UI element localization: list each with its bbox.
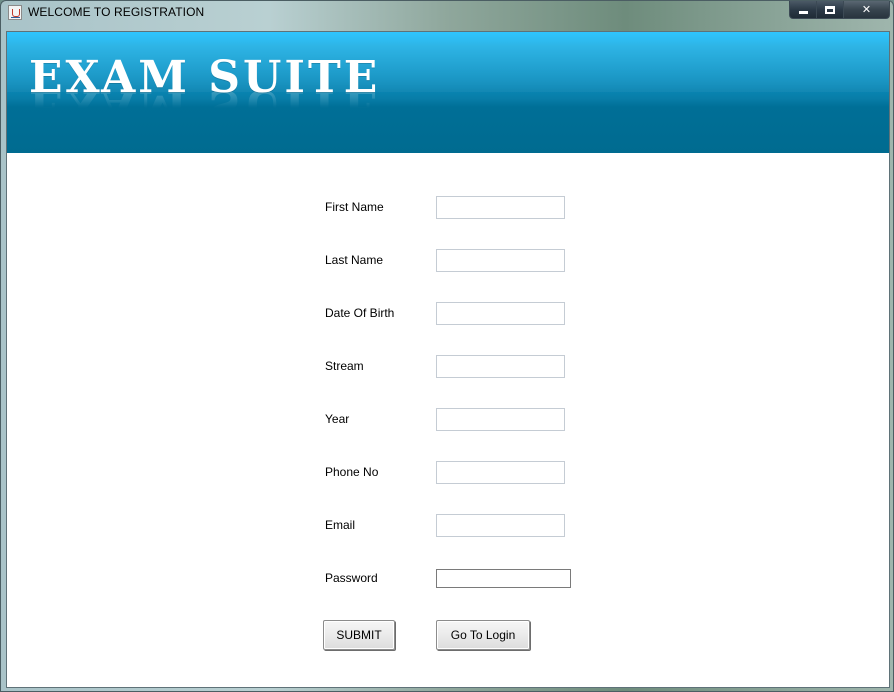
password-label: Password — [325, 571, 378, 585]
form-row-email: Email — [7, 514, 891, 538]
form-row-password: Password — [7, 567, 891, 591]
email-label: Email — [325, 518, 356, 532]
submit-button[interactable]: SUBMIT — [323, 620, 395, 650]
maximize-button[interactable] — [817, 1, 844, 19]
content-panel: EXAM SUITE EXAM SUITE First Name Last Na… — [6, 31, 890, 688]
form-row-last-name: Last Name — [7, 249, 891, 273]
close-button[interactable]: ✕ — [844, 1, 890, 19]
go-to-login-button[interactable]: Go To Login — [436, 620, 530, 650]
last-name-label: Last Name — [325, 253, 384, 267]
minimize-icon — [798, 11, 808, 14]
banner-title: EXAM SUITE — [29, 52, 381, 103]
form-row-date-of-birth: Date Of Birth — [7, 302, 891, 326]
close-icon: ✕ — [861, 3, 872, 16]
registration-window: WELCOME TO REGISTRATION ✕ EXAM SUITE EXA… — [0, 0, 894, 692]
form-row-year: Year — [7, 408, 891, 432]
form-row-stream: Stream — [7, 355, 891, 379]
last-name-input[interactable] — [436, 249, 565, 272]
window-title: WELCOME TO REGISTRATION — [28, 5, 205, 19]
title-bar[interactable]: WELCOME TO REGISTRATION ✕ — [1, 1, 894, 25]
window-controls: ✕ — [789, 1, 890, 19]
year-label: Year — [325, 412, 350, 426]
phone-no-input[interactable] — [436, 461, 565, 484]
form-row-first-name: First Name — [7, 196, 891, 220]
stream-input[interactable] — [436, 355, 565, 378]
phone-no-label: Phone No — [325, 465, 379, 479]
header-banner: EXAM SUITE EXAM SUITE — [7, 32, 889, 153]
email-input[interactable] — [436, 514, 565, 537]
password-input[interactable] — [436, 569, 571, 588]
year-input[interactable] — [436, 408, 565, 431]
form-row-phone-no: Phone No — [7, 461, 891, 485]
date-of-birth-input[interactable] — [436, 302, 565, 325]
minimize-button[interactable] — [789, 1, 817, 19]
maximize-icon — [825, 5, 835, 14]
stream-label: Stream — [325, 359, 364, 373]
first-name-label: First Name — [325, 200, 384, 214]
date-of-birth-label: Date Of Birth — [325, 306, 395, 320]
first-name-input[interactable] — [436, 196, 565, 219]
java-app-icon[interactable] — [8, 5, 22, 20]
